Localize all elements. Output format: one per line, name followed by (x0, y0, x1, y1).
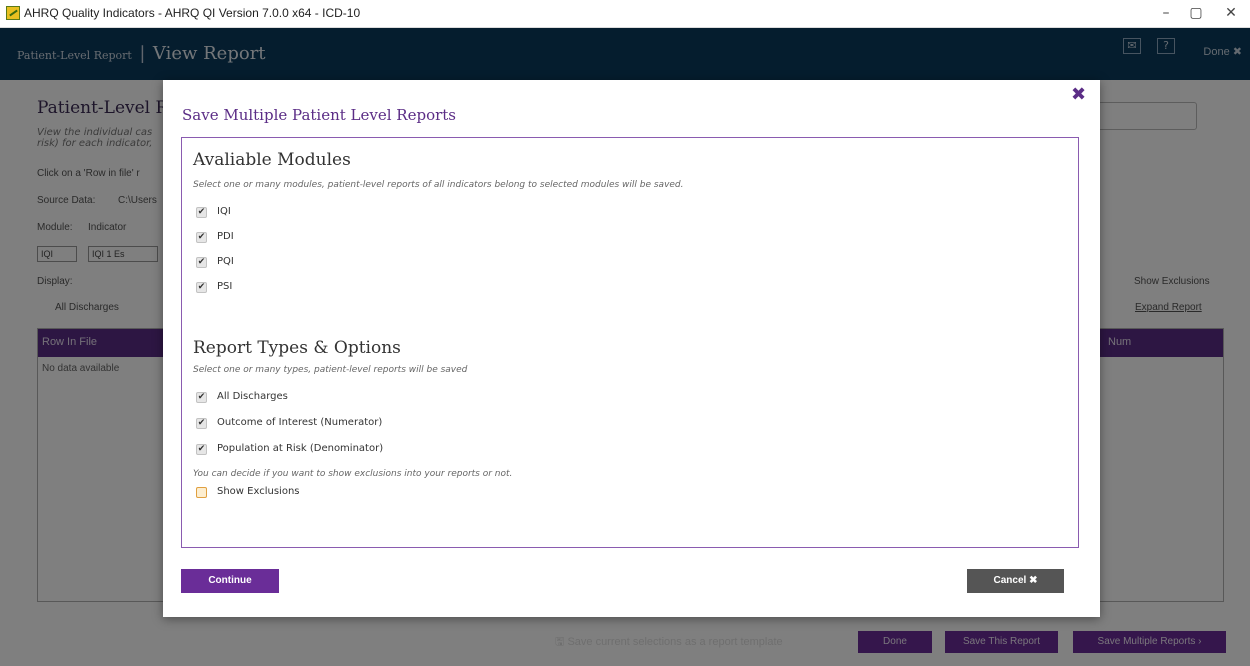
types-heading: Report Types & Options (193, 338, 401, 358)
module-label: PSI (217, 281, 233, 292)
cancel-button[interactable]: Cancel ✖ (967, 569, 1064, 593)
window-title: AHRQ Quality Indicators - AHRQ QI Versio… (24, 6, 361, 20)
checkbox-checked[interactable]: ✔ (196, 232, 207, 243)
minimize-icon[interactable]: – (1151, 3, 1181, 23)
types-hint: Select one or many types, patient-level … (193, 365, 468, 375)
restore-icon[interactable]: ▢ (1181, 3, 1211, 23)
checkbox-unchecked[interactable] (196, 487, 207, 498)
type-label: All Discharges (217, 391, 288, 402)
save-multiple-reports-dialog: Save Multiple Patient Level Reports ✖ Av… (163, 80, 1100, 617)
dialog-title: Save Multiple Patient Level Reports (182, 106, 456, 124)
dialog-body: Avaliable Modules Select one or many mod… (181, 137, 1079, 548)
app-icon (6, 6, 20, 20)
module-label: PQI (217, 256, 234, 267)
type-label: Outcome of Interest (Numerator) (217, 417, 383, 428)
window-titlebar: AHRQ Quality Indicators - AHRQ QI Versio… (0, 0, 1250, 28)
close-icon[interactable]: ✖ (1071, 85, 1086, 105)
continue-button[interactable]: Continue (181, 569, 279, 593)
module-label: PDI (217, 231, 234, 242)
type-label: Population at Risk (Denominator) (217, 443, 384, 454)
modules-hint: Select one or many modules, patient-leve… (193, 180, 684, 190)
checkbox-checked[interactable]: ✔ (196, 392, 207, 403)
checkbox-checked[interactable]: ✔ (196, 444, 207, 455)
checkbox-checked[interactable]: ✔ (196, 418, 207, 429)
checkbox-checked[interactable]: ✔ (196, 207, 207, 218)
show-exclusions-label: Show Exclusions (217, 486, 300, 497)
exclusions-hint: You can decide if you want to show exclu… (193, 469, 513, 479)
modules-heading: Avaliable Modules (193, 150, 351, 170)
checkbox-checked[interactable]: ✔ (196, 257, 207, 268)
checkbox-checked[interactable]: ✔ (196, 282, 207, 293)
close-window-icon[interactable]: ✕ (1216, 3, 1246, 23)
module-label: IQI (217, 206, 231, 217)
